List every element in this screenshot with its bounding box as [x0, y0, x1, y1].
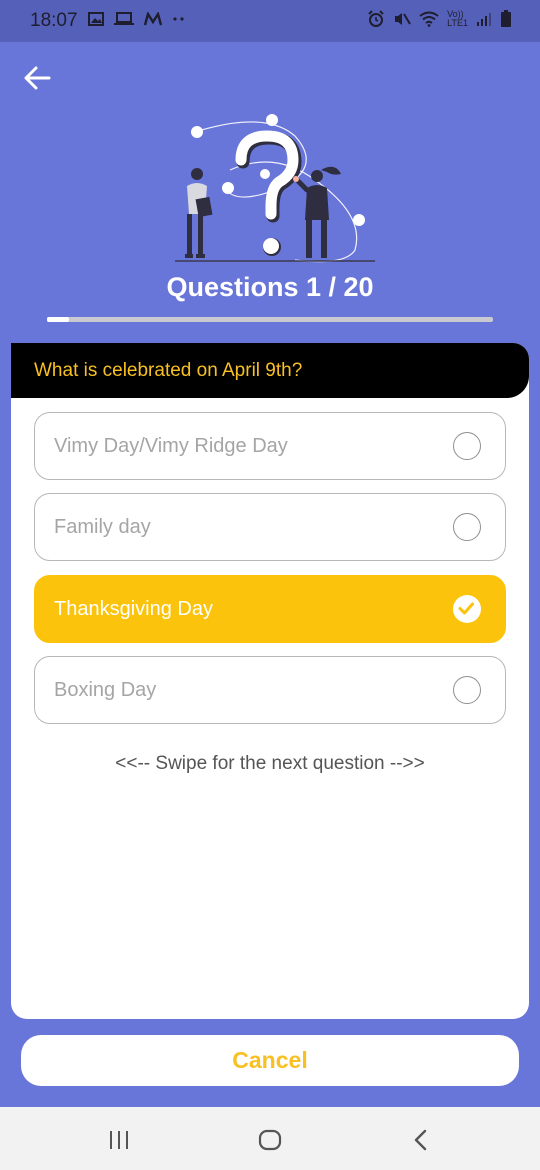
answer-option[interactable]: Boxing Day — [34, 656, 506, 724]
arrow-left-icon — [24, 66, 51, 90]
laptop-icon — [114, 12, 134, 25]
back-icon[interactable] — [408, 1127, 434, 1153]
signal-icon — [477, 13, 491, 26]
question-bar: What is celebrated on April 9th? — [11, 343, 529, 398]
answer-option[interactable]: Family day — [34, 493, 506, 561]
battery-icon — [501, 10, 511, 27]
status-right-icons: Vo)) LTE1 — [367, 10, 512, 28]
check-circle-icon — [453, 595, 481, 623]
question-mark-people-illustration — [175, 110, 375, 268]
answer-option-label: Boxing Day — [54, 679, 157, 701]
answer-option-label: Thanksgiving Day — [54, 598, 213, 620]
progress-bar — [47, 317, 493, 322]
question-counter: Questions 1 / 20 — [166, 272, 374, 302]
navigation-bar — [0, 1107, 540, 1170]
volte-label-bottom: LTE1 — [447, 18, 468, 28]
status-time: 18:07 — [30, 10, 78, 31]
m-app-icon — [144, 12, 162, 26]
mute-icon — [395, 13, 412, 25]
answer-option[interactable]: Thanksgiving Day — [34, 575, 506, 643]
recent-apps-icon[interactable] — [106, 1127, 132, 1153]
answer-option-label: Family day — [54, 516, 151, 538]
gallery-icon — [88, 12, 104, 26]
question-card: What is celebrated on April 9th? Vimy Da… — [11, 343, 529, 1019]
radio-empty-icon — [453, 513, 481, 541]
alarm-icon — [368, 10, 384, 27]
more-dots-icon — [173, 17, 184, 21]
answer-option-label: Vimy Day/Vimy Ridge Day — [54, 435, 288, 457]
question-text: What is celebrated on April 9th? — [34, 360, 303, 381]
volte-icon: Vo)) LTE1 — [447, 10, 468, 28]
back-button[interactable] — [20, 60, 56, 96]
radio-empty-icon — [453, 432, 481, 460]
home-icon[interactable] — [257, 1127, 283, 1153]
status-bar: 18:07 Vo)) LTE1 — [0, 0, 540, 42]
radio-empty-icon — [453, 676, 481, 704]
cancel-button[interactable]: Cancel — [21, 1035, 519, 1086]
swipe-hint: <<-- Swipe for the next question -->> — [115, 753, 425, 774]
progress-fill — [47, 317, 70, 322]
wifi-icon — [419, 11, 439, 27]
status-left-icons — [88, 12, 186, 26]
answer-option[interactable]: Vimy Day/Vimy Ridge Day — [34, 412, 506, 480]
